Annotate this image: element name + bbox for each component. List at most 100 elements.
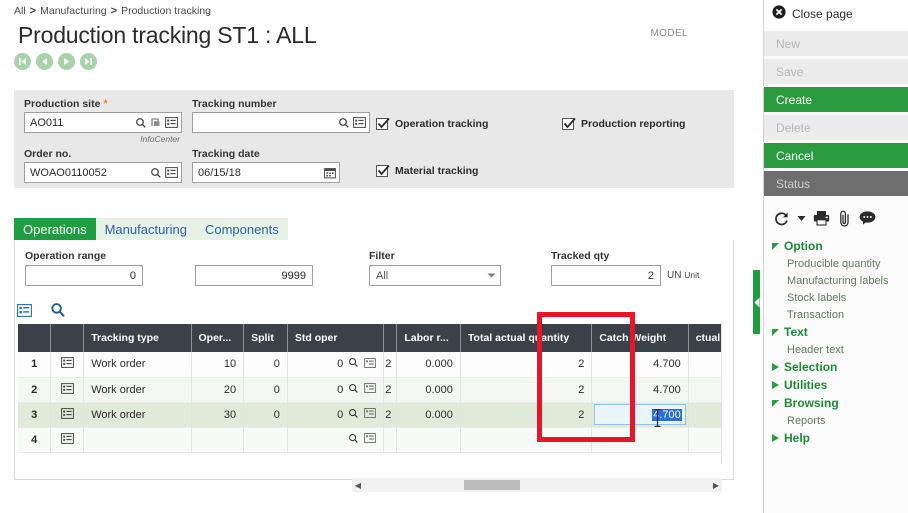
- cell-row-detail-icon[interactable]: [50, 377, 85, 403]
- menu-group-option[interactable]: Option: [772, 237, 908, 255]
- cell-split[interactable]: 0: [243, 352, 288, 378]
- new-button[interactable]: New: [764, 31, 908, 56]
- production-site-input[interactable]: AO011: [24, 112, 182, 133]
- selection-list-icon[interactable]: [364, 357, 377, 371]
- tab-components[interactable]: Components: [195, 218, 288, 240]
- scrollbar-thumb[interactable]: [464, 480, 520, 490]
- selection-list-icon[interactable]: [165, 117, 178, 128]
- grid-search-icon[interactable]: [50, 302, 66, 323]
- cell-std-oper[interactable]: 0: [287, 402, 385, 428]
- search-icon[interactable]: [348, 408, 359, 422]
- cell-row-detail-icon[interactable]: [50, 427, 85, 453]
- search-icon[interactable]: [135, 117, 147, 129]
- grid-options-icon[interactable]: [17, 303, 32, 322]
- search-icon[interactable]: [150, 167, 162, 179]
- cell-oper[interactable]: 10: [191, 352, 245, 378]
- operation-range-from-input[interactable]: 0: [25, 265, 143, 286]
- operation-tracking-checkbox[interactable]: Operation tracking: [376, 117, 488, 130]
- menu-group-browsing[interactable]: Browsing: [772, 394, 908, 412]
- cell-row-detail-icon[interactable]: [50, 402, 85, 428]
- menu-item-producible-quantity[interactable]: Producible quantity: [772, 255, 908, 272]
- search-icon[interactable]: [348, 357, 359, 371]
- infocenter-icon[interactable]: [150, 117, 162, 129]
- cell-labor[interactable]: 0.000: [396, 377, 461, 403]
- cell-total-actual-quantity[interactable]: 2: [460, 402, 593, 428]
- tracked-qty-input[interactable]: 2: [551, 265, 661, 286]
- cell-actual-rejec[interactable]: [688, 402, 721, 428]
- menu-group-utilities[interactable]: Utilities: [772, 376, 908, 394]
- cell-split[interactable]: [243, 427, 288, 453]
- chevron-down-icon[interactable]: [487, 270, 496, 282]
- menu-item-transaction[interactable]: Transaction: [772, 306, 908, 323]
- tab-operations[interactable]: Operations: [14, 218, 96, 240]
- menu-group-selection[interactable]: Selection: [772, 358, 908, 376]
- breadcrumb-item-production-tracking[interactable]: Production tracking: [121, 5, 211, 17]
- calendar-icon[interactable]: [324, 167, 336, 179]
- tracking-number-input[interactable]: [192, 112, 370, 133]
- save-button[interactable]: Save: [764, 59, 908, 84]
- search-icon[interactable]: [338, 117, 350, 129]
- col-labor[interactable]: Labor r...: [396, 324, 461, 352]
- cancel-button[interactable]: Cancel: [764, 143, 908, 168]
- col-oper[interactable]: Oper...: [191, 324, 245, 352]
- col-total-actual-quantity[interactable]: Total actual quantity: [460, 324, 593, 352]
- catch-weight-edit-input[interactable]: 4.700: [594, 404, 686, 425]
- cell-labor[interactable]: 0.000: [396, 402, 461, 428]
- print-icon[interactable]: [813, 210, 830, 226]
- delete-button[interactable]: Delete: [764, 115, 908, 140]
- cell-row-detail-icon[interactable]: [50, 352, 85, 378]
- cell-oper[interactable]: 20: [191, 377, 245, 403]
- col-rowicon[interactable]: [50, 324, 85, 352]
- cell-handle[interactable]: 2: [383, 402, 398, 428]
- table-row[interactable]: 1 Work order 10 0 0 2 0.000 2 4.700: [18, 352, 721, 378]
- menu-item-reports[interactable]: Reports: [772, 412, 908, 429]
- panel-toggle-handle[interactable]: [753, 270, 760, 334]
- selection-list-icon[interactable]: [165, 167, 178, 178]
- menu-item-header-text[interactable]: Header text: [772, 341, 908, 358]
- tab-manufacturing[interactable]: Manufacturing: [95, 218, 196, 240]
- selection-list-icon[interactable]: [364, 433, 377, 446]
- col-catch-weight[interactable]: Catch Weight: [591, 324, 689, 352]
- cell-handle[interactable]: [383, 427, 398, 453]
- cell-split[interactable]: 0: [243, 377, 288, 403]
- cell-tracking-type[interactable]: [83, 427, 192, 453]
- cell-actual-rejec[interactable]: [688, 427, 721, 453]
- cell-total-actual-quantity[interactable]: 2: [460, 352, 593, 378]
- search-icon[interactable]: [348, 433, 359, 447]
- chevron-down-icon[interactable]: [797, 215, 806, 222]
- status-button[interactable]: Status: [764, 171, 908, 196]
- refresh-icon[interactable]: [773, 210, 790, 227]
- close-page-button[interactable]: Close page: [764, 0, 908, 28]
- cell-catch-weight[interactable]: 4.700: [591, 352, 689, 378]
- cell-catch-weight[interactable]: 4.700: [591, 377, 689, 403]
- menu-item-manufacturing-labels[interactable]: Manufacturing labels: [772, 272, 908, 289]
- breadcrumb-item-all[interactable]: All: [14, 5, 26, 17]
- cell-std-oper[interactable]: 0: [287, 377, 385, 403]
- scroll-left-icon[interactable]: ◀: [352, 481, 364, 490]
- breadcrumb-item-manufacturing[interactable]: Manufacturing: [40, 5, 107, 17]
- cell-split[interactable]: 0: [243, 402, 288, 428]
- search-icon[interactable]: [348, 383, 359, 397]
- col-std-oper[interactable]: Std oper: [287, 324, 385, 352]
- selection-list-icon[interactable]: [364, 383, 377, 396]
- cell-catch-weight-editing[interactable]: 4.700: [591, 402, 689, 428]
- cell-actual-rejec[interactable]: [688, 352, 721, 378]
- cell-oper[interactable]: [191, 427, 245, 453]
- filter-select[interactable]: All: [369, 265, 501, 286]
- cell-handle[interactable]: 2: [383, 377, 398, 403]
- table-row[interactable]: 2 Work order 20 0 0 2 0.000 2 4.700: [18, 377, 721, 403]
- material-tracking-checkbox[interactable]: Material tracking: [376, 164, 478, 177]
- cell-catch-weight[interactable]: [591, 427, 689, 453]
- attachment-icon[interactable]: [837, 210, 852, 227]
- cell-std-oper[interactable]: 0: [287, 352, 385, 378]
- menu-item-stock-labels[interactable]: Stock labels: [772, 289, 908, 306]
- order-no-input[interactable]: WOAO0110052: [24, 162, 182, 183]
- tracking-date-input[interactable]: 06/15/18: [192, 162, 340, 183]
- last-record-button[interactable]: [80, 53, 97, 70]
- menu-group-help[interactable]: Help: [772, 429, 908, 447]
- scroll-right-icon[interactable]: ▶: [710, 481, 722, 490]
- operation-range-to-input[interactable]: 9999: [195, 265, 313, 286]
- menu-group-text[interactable]: Text: [772, 323, 908, 341]
- cell-total-actual-quantity[interactable]: [460, 427, 593, 453]
- cell-tracking-type[interactable]: Work order: [83, 377, 192, 403]
